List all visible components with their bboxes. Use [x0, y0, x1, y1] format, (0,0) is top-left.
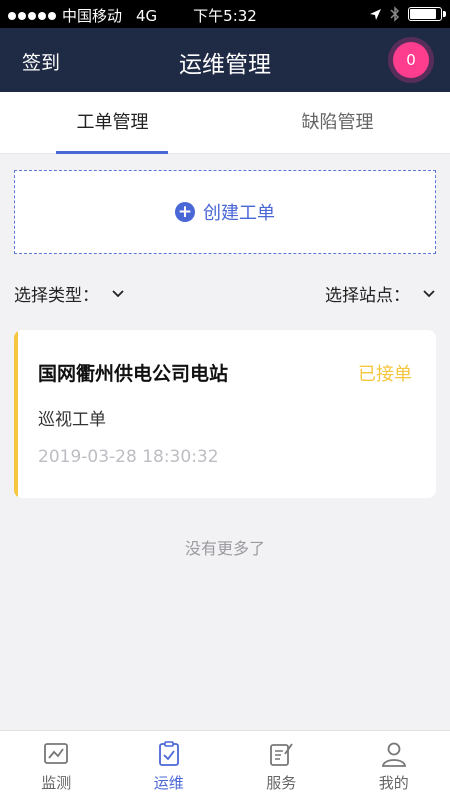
- work-order-time: 2019-03-28 18:30:32: [38, 447, 219, 467]
- tab-monitor[interactable]: 监测: [0, 731, 113, 800]
- edit-document-icon: [270, 743, 293, 766]
- user-icon: [381, 742, 406, 767]
- work-order-card[interactable]: 国网衢州供电公司电站 已接单 巡视工单 2019-03-28 18:30:32: [14, 330, 436, 498]
- station-filter-label: 选择站点：: [325, 286, 410, 306]
- tab-work-orders[interactable]: 工单管理: [0, 92, 225, 154]
- nav-bar: 签到 运维管理 0: [0, 28, 450, 92]
- status-badge: 已接单: [358, 364, 412, 385]
- work-order-type: 巡视工单: [38, 410, 106, 430]
- status-bar: 中国移动 4G 下午5:32: [0, 0, 450, 28]
- page-title: 运维管理: [179, 52, 271, 78]
- notification-badge-button[interactable]: 0: [388, 37, 434, 83]
- chart-icon: [44, 743, 69, 764]
- tab-label: 监测: [41, 774, 72, 792]
- chevron-down-icon: [423, 289, 435, 297]
- tab-bar-top: 工单管理 缺陷管理: [0, 92, 450, 154]
- create-work-order-label: 创建工单: [203, 203, 275, 224]
- list-end-text: 没有更多了: [184, 539, 265, 558]
- station-filter-dropdown[interactable]: 选择站点：: [325, 281, 436, 306]
- type-filter-dropdown[interactable]: 选择类型：: [14, 281, 125, 306]
- tab-label: 运维: [153, 774, 184, 792]
- bottom-tab-bar: 监测 运维 服务 我的: [0, 730, 450, 800]
- battery-icon: [408, 7, 446, 21]
- bluetooth-icon: [390, 6, 400, 22]
- clipboard-check-icon: [158, 741, 179, 766]
- create-work-order-button[interactable]: + 创建工单: [14, 170, 436, 254]
- status-color-bar: [14, 330, 18, 498]
- location-arrow-icon: [370, 8, 381, 20]
- tab-operations[interactable]: 运维: [113, 731, 226, 800]
- type-filter-label: 选择类型：: [14, 286, 99, 306]
- chevron-down-icon: [112, 289, 124, 297]
- tab-mine[interactable]: 我的: [338, 731, 450, 800]
- tab-label: 我的: [378, 774, 409, 792]
- tab-defects[interactable]: 缺陷管理: [225, 92, 450, 154]
- active-tab-indicator: [56, 151, 168, 154]
- tab-label: 服务: [266, 774, 297, 792]
- station-name: 国网衢州供电公司电站: [38, 363, 229, 385]
- notification-count: 0: [393, 42, 429, 78]
- plus-circle-icon: +: [175, 202, 195, 222]
- tab-service[interactable]: 服务: [225, 731, 338, 800]
